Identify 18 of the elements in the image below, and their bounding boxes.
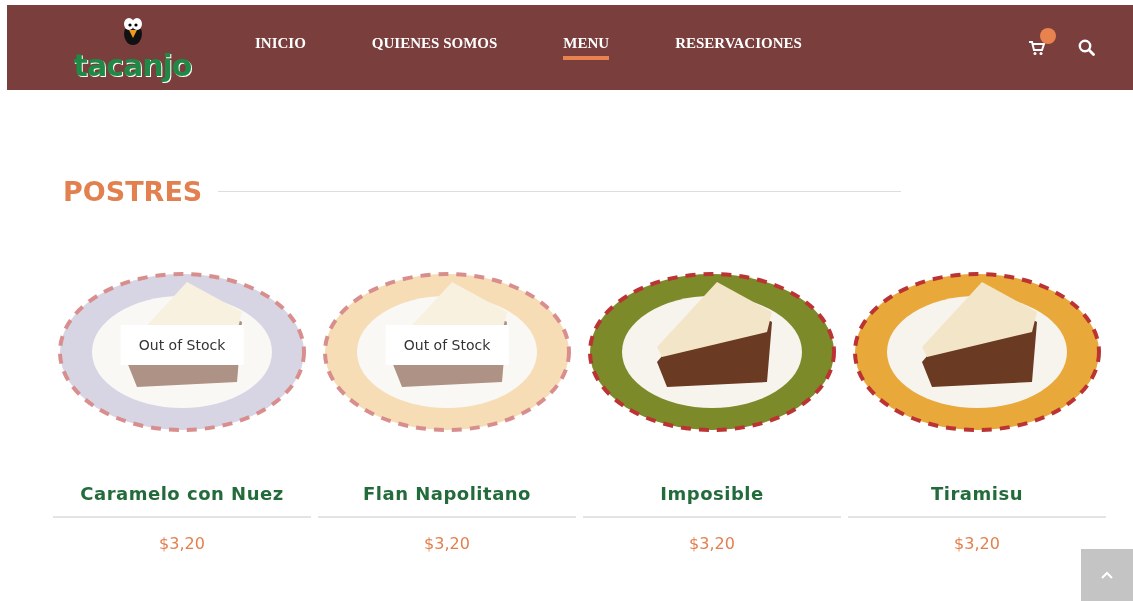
cart-icon[interactable] [1028, 39, 1046, 56]
product-price: $3,20 [159, 534, 205, 553]
product-name[interactable]: Imposible [660, 483, 764, 504]
search-icon[interactable] [1078, 39, 1095, 56]
product-price: $3,20 [424, 534, 470, 553]
section-title: POSTRES [63, 176, 203, 207]
nav-link[interactable]: QUIENES SOMOS [371, 35, 498, 60]
product-price: $3,20 [689, 534, 735, 553]
out-of-stock-label: Out of Stock [120, 325, 244, 365]
nav-link[interactable]: RESERVACIONES [675, 35, 802, 60]
product-price: $3,20 [954, 534, 1000, 553]
product-name[interactable]: Caramelo con Nuez [80, 483, 284, 504]
product-name[interactable]: Tiramisu [931, 483, 1023, 504]
nav-link[interactable]: INICIO [255, 35, 306, 60]
chevron-up-icon [1101, 571, 1113, 579]
out-of-stock-label: Out of Stock [385, 325, 509, 365]
nav-link[interactable]: MENU [563, 35, 610, 60]
product-name[interactable]: Flan Napolitano [363, 483, 531, 504]
